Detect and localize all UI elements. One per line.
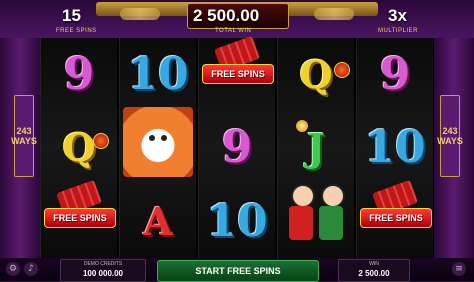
win-box: WIN 2 500.00 (338, 259, 410, 282)
win-label: WIN (369, 261, 379, 267)
symbol-jack: J (307, 125, 325, 170)
symbol-nine: 9 (221, 122, 253, 173)
kid-body (319, 206, 343, 240)
reel-1: 9 Q FREE SPINS (40, 38, 117, 258)
total-win-label: TOTAL WIN (215, 28, 252, 34)
free-spins-count: 15 (62, 6, 81, 25)
game-frame: 15 FREE SPINS 2 500.00 TOTAL WIN 3x MULT… (0, 0, 474, 282)
dragon-icon (120, 8, 160, 20)
kid-head (291, 184, 315, 208)
reel-2: 10 A (119, 38, 196, 258)
symbol-ten: 10 (364, 122, 426, 173)
kid-head (321, 184, 345, 208)
ways-badge-right: 243 WAYS (437, 95, 463, 177)
total-win-value: 2 500.00 (193, 6, 260, 25)
kid-body (289, 206, 313, 240)
ways-count: 243 (442, 126, 458, 136)
kid-girl (317, 184, 345, 244)
menu-icon[interactable]: ≡ (452, 262, 466, 276)
ways-label: WAYS (437, 136, 463, 146)
free-spins-label: FREE SPINS (56, 28, 97, 34)
credits-value: 100 000.00 (82, 269, 124, 278)
symbol-ace: A (143, 199, 173, 244)
reel-4: Q J (277, 38, 354, 258)
lantern-icon (93, 133, 109, 149)
lantern-icon (334, 62, 350, 78)
reel-3: FREE SPINS 9 10 (198, 35, 275, 258)
kid-boy (287, 184, 315, 244)
ways-count: 243 (16, 126, 32, 136)
symbol-nine: 9 (63, 49, 95, 100)
kids-icon (281, 180, 351, 250)
multiplier-value: 3x (388, 6, 407, 25)
lion-dance-icon (123, 107, 193, 177)
bottom-bar: ⚙ ♪ DEMO CREDITS 100 000.00 START FREE S… (0, 258, 474, 282)
credits-box: DEMO CREDITS 100 000.00 (60, 259, 146, 282)
credits-label: DEMO CREDITS (83, 261, 123, 267)
reels-area: 9 Q FREE SPINS 10 A FREE SPINS 9 10 Q J … (40, 35, 434, 258)
symbol-ten: 10 (127, 49, 189, 100)
top-bar: 15 FREE SPINS 2 500.00 TOTAL WIN 3x MULT… (0, 0, 474, 38)
ways-label: WAYS (11, 136, 37, 146)
multiplier-label: MULTIPLIER (378, 28, 418, 34)
lion-eye (161, 135, 167, 141)
symbol-ten: 10 (206, 196, 268, 247)
sound-icon[interactable]: ♪ (24, 262, 38, 276)
settings-icon[interactable]: ⚙ (6, 262, 20, 276)
free-spins-scatter: FREE SPINS (202, 64, 274, 84)
free-spins-scatter: FREE SPINS (44, 208, 116, 228)
ways-badge-left: 243 WAYS (11, 95, 37, 177)
start-free-spins-button[interactable]: START FREE SPINS (157, 260, 319, 282)
reel-5: 9 10 FREE SPINS (356, 38, 433, 258)
win-value: 2 500.00 (358, 269, 390, 278)
free-spins-scatter: FREE SPINS (360, 208, 432, 228)
dragon-icon (314, 8, 354, 20)
lion-eye (149, 135, 155, 141)
symbol-nine: 9 (379, 49, 411, 100)
